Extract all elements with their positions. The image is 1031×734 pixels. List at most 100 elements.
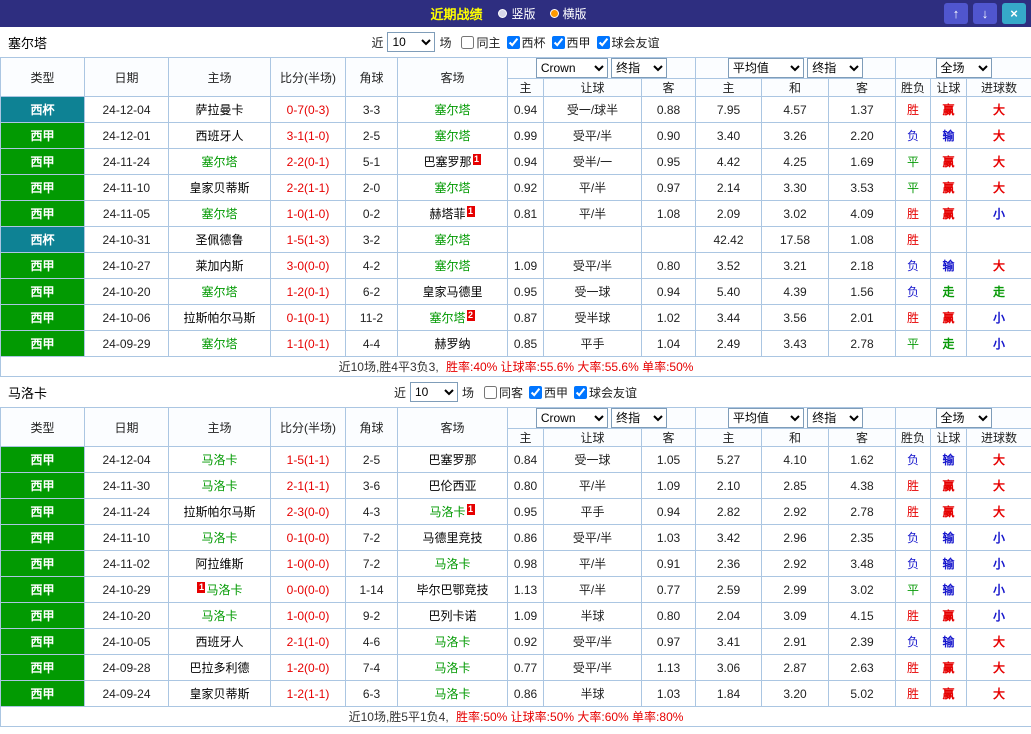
checkbox-label: 同客 xyxy=(498,385,523,400)
scope-select[interactable]: 全场 xyxy=(935,58,992,78)
team-name: 塞尔塔 xyxy=(201,155,238,169)
checkbox[interactable] xyxy=(574,385,588,399)
col-euro-away: 客 xyxy=(828,428,897,447)
euro-draw-odds: 3.21 xyxy=(761,252,830,279)
match-date: 24-10-06 xyxy=(84,304,169,331)
checkbox[interactable] xyxy=(483,385,497,399)
away-team: 巴塞罗那 1 xyxy=(397,148,508,175)
team-name: 塞尔塔 xyxy=(429,311,466,325)
handicap-result: 输 xyxy=(930,628,968,655)
team-name: 阿拉维斯 xyxy=(195,557,244,571)
away-team: 马洛卡 xyxy=(397,550,508,577)
asian-home-odds: 0.84 xyxy=(507,446,544,473)
asian-away-odds: 0.94 xyxy=(640,498,697,525)
filter-option-球会友谊[interactable]: 球会友谊 xyxy=(574,384,637,401)
odds-type-select[interactable]: 终指 xyxy=(611,408,668,428)
team-name: 马洛卡 xyxy=(434,687,471,701)
window-buttons: ↑ ↓ × xyxy=(944,3,1026,24)
away-team: 马洛卡 xyxy=(397,680,508,707)
match-row: 西甲 24-10-29 1 马洛卡 0-0(0-0) 1-14 毕尔巴鄂竞技 1.13 平/半 0… xyxy=(0,576,1031,603)
team-name: 马洛卡 xyxy=(434,661,471,675)
layout-radio-vertical[interactable]: 竖版 xyxy=(498,5,536,22)
handicap-result: 赢 xyxy=(930,174,968,201)
col-corners: 角球 xyxy=(345,407,398,447)
checkbox[interactable] xyxy=(596,35,610,49)
filter-suffix: 场 xyxy=(461,385,474,400)
team-title: 马洛卡 xyxy=(8,385,48,401)
filter-prefix: 近 xyxy=(393,385,406,400)
games-count-select[interactable]: 10 xyxy=(387,32,436,52)
asian-handicap: 受平/半 xyxy=(543,628,642,655)
col-home: 主场 xyxy=(168,407,271,447)
filter-option-同客[interactable]: 同客 xyxy=(483,384,523,401)
euro-type-select[interactable]: 终指 xyxy=(807,408,864,428)
team-name: 巴塞罗那 xyxy=(428,453,477,467)
asian-home-odds: 0.85 xyxy=(507,330,544,357)
handicap-result: 赢 xyxy=(930,148,968,175)
scope-controls: 全场 xyxy=(895,407,1031,429)
match-date: 24-11-24 xyxy=(84,498,169,525)
euro-away-odds: 1.69 xyxy=(828,148,897,175)
odds-type-select[interactable]: 终指 xyxy=(611,58,668,78)
asian-handicap: 半球 xyxy=(543,602,642,629)
team-name: 西班牙人 xyxy=(195,635,244,649)
col-away: 客场 xyxy=(397,407,508,447)
filter-option-西甲[interactable]: 西甲 xyxy=(551,34,591,51)
move-down-button[interactable]: ↓ xyxy=(973,3,997,24)
filter-option-西杯[interactable]: 西杯 xyxy=(506,34,546,51)
competition-type: 西甲 xyxy=(0,576,85,603)
match-row: 西甲 24-12-04 马洛卡 1-5(1-1) 2-5 巴塞罗那 0.84 受一球 1.05 5… xyxy=(0,446,1031,473)
odds-company-select[interactable]: Crown xyxy=(535,408,608,428)
euro-away-odds: 1.37 xyxy=(828,96,897,123)
euro-away-odds: 3.48 xyxy=(828,550,897,577)
asian-away-odds: 1.03 xyxy=(640,680,697,707)
odds-company-select[interactable]: Crown xyxy=(535,58,608,78)
euro-type-select[interactable]: 终指 xyxy=(807,58,864,78)
corners-score: 2-5 xyxy=(345,446,398,473)
games-count-select[interactable]: 10 xyxy=(409,382,458,402)
layout-radio-horizontal[interactable]: 横版 xyxy=(549,5,587,22)
asian-home-odds: 0.92 xyxy=(507,174,544,201)
euro-mode-select[interactable]: 平均值 xyxy=(727,408,804,428)
match-date: 24-10-27 xyxy=(84,252,169,279)
filter-bar: 近 10 场 同客 西甲 球会友谊 xyxy=(394,382,637,402)
euro-away-odds: 2.39 xyxy=(828,628,897,655)
asian-handicap: 受半/一 xyxy=(543,148,642,175)
euro-away-odds: 4.09 xyxy=(828,200,897,227)
asian-handicap: 平/半 xyxy=(543,200,642,227)
move-up-button[interactable]: ↑ xyxy=(944,3,968,24)
close-button[interactable]: × xyxy=(1002,3,1026,24)
team-name: 赫罗纳 xyxy=(434,337,471,351)
col-away: 客场 xyxy=(397,57,508,97)
match-date: 24-10-20 xyxy=(84,602,169,629)
corners-score: 6-2 xyxy=(345,278,398,305)
asian-handicap: 平手 xyxy=(543,498,642,525)
checkbox[interactable] xyxy=(551,35,565,49)
outcome-result: 负 xyxy=(895,252,932,279)
team-name: 塞尔塔 xyxy=(434,129,471,143)
euro-draw-odds: 2.92 xyxy=(761,550,830,577)
euro-draw-odds: 3.56 xyxy=(761,304,830,331)
outcome-result: 负 xyxy=(895,122,932,149)
goals-result: 大 xyxy=(966,628,1031,655)
goals-result: 大 xyxy=(966,148,1031,175)
filter-option-球会友谊[interactable]: 球会友谊 xyxy=(596,34,660,51)
filter-option-西甲[interactable]: 西甲 xyxy=(529,384,568,401)
home-team: 拉斯帕尔马斯 xyxy=(168,498,271,525)
away-team: 塞尔塔 xyxy=(397,96,508,123)
outcome-result: 胜 xyxy=(895,96,932,123)
team-name: 巴列卡诺 xyxy=(428,609,477,623)
away-team: 塞尔塔 xyxy=(397,226,508,253)
team-name: 塞尔塔 xyxy=(434,181,471,195)
asian-away-odds xyxy=(640,226,697,253)
asian-home-odds xyxy=(507,226,544,253)
section-header-celta: 塞尔塔 近 10 场 同主 西杯 西甲 球会友谊 xyxy=(0,27,1031,57)
team-name: 马洛卡 xyxy=(434,635,471,649)
checkbox[interactable] xyxy=(529,385,542,399)
euro-mode-select[interactable]: 平均值 xyxy=(727,58,804,78)
scope-select[interactable]: 全场 xyxy=(935,408,992,428)
match-row: 西杯 24-10-31 圣佩德鲁 1-5(1-3) 3-2 塞尔塔 42.42 17.58 1.… xyxy=(0,226,1031,253)
filter-option-同主[interactable]: 同主 xyxy=(461,34,501,51)
checkbox[interactable] xyxy=(506,35,520,49)
checkbox[interactable] xyxy=(461,35,475,49)
